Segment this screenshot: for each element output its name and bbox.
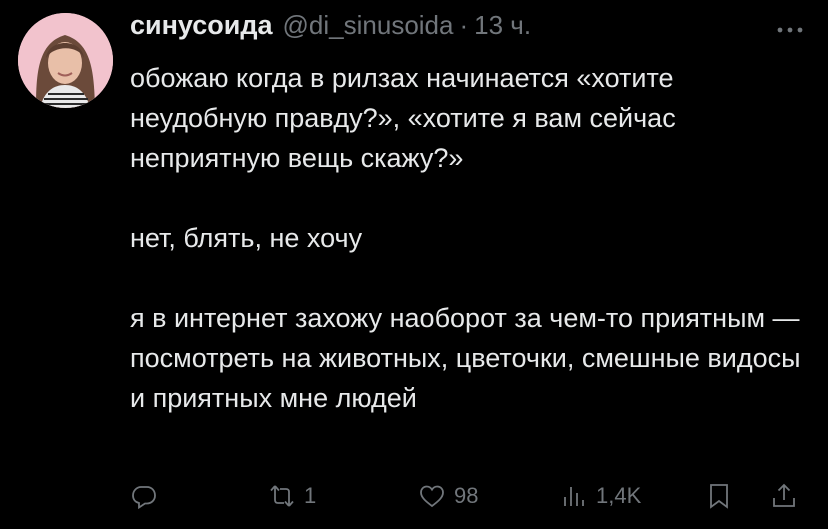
- more-icon[interactable]: [770, 18, 810, 42]
- views-count: 1,4K: [596, 483, 642, 508]
- views-icon: [564, 487, 584, 506]
- bookmark-icon: [710, 484, 728, 509]
- bookmark-button[interactable]: [705, 482, 733, 510]
- like-icon: [420, 485, 444, 508]
- share-button[interactable]: [770, 482, 798, 510]
- avatar[interactable]: [18, 13, 113, 108]
- author-name[interactable]: синусоида: [130, 10, 273, 41]
- tweet-paragraph: нет, блять, не хочу: [130, 223, 363, 253]
- tweet-text: обожаю когда в рилзах начинается «хотите…: [130, 58, 810, 418]
- separator-dot: ·: [459, 10, 469, 40]
- tweet-timestamp[interactable]: 13 ч.: [474, 10, 531, 41]
- share-icon: [773, 483, 795, 507]
- tweet: синусоида @di_sinusoida · 13 ч. обожаю к…: [130, 10, 810, 418]
- tweet-header: синусоида @di_sinusoida · 13 ч.: [130, 10, 810, 50]
- reply-button[interactable]: [130, 482, 158, 510]
- avatar-image: [18, 13, 113, 108]
- like-count: 98: [454, 483, 479, 508]
- like-button[interactable]: 98: [418, 482, 478, 510]
- reply-icon: [132, 486, 156, 510]
- retweet-icon: [270, 485, 294, 507]
- tweet-actions: 1 98 1,4K: [130, 478, 810, 514]
- views-button[interactable]: 1,4K: [560, 482, 641, 510]
- tweet-paragraph: обожаю когда в рилзах начинается «хотите…: [130, 63, 676, 173]
- tweet-paragraph: я в интернет захожу наоборот за чем-то п…: [130, 303, 801, 413]
- retweet-count: 1: [304, 483, 317, 508]
- author-handle[interactable]: @di_sinusoida: [283, 10, 454, 41]
- retweet-button[interactable]: 1: [268, 482, 316, 510]
